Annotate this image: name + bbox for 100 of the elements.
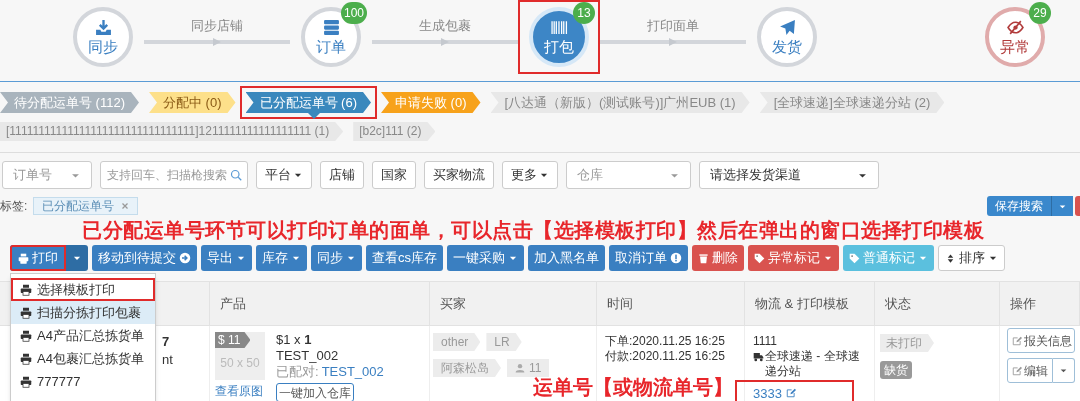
toolbar-button[interactable]: 查看cs库存: [366, 245, 443, 271]
view-image-link[interactable]: 查看原图: [215, 382, 267, 400]
toolbar-button[interactable]: 同步: [311, 245, 362, 271]
sort-icon: [945, 252, 956, 264]
printer-icon: [20, 352, 32, 365]
carrier-text: 全球速递 - 全球速递分站: [765, 349, 861, 379]
action-menu-button[interactable]: [1053, 358, 1075, 383]
step-label: 打包: [544, 38, 574, 55]
search-icon: [230, 169, 242, 181]
menu-item[interactable]: 扫描分拣打印包裹: [11, 301, 155, 324]
eye-slash-icon: [1006, 19, 1024, 36]
price-quantity: $1 x 1: [276, 332, 313, 348]
trash-icon: [698, 252, 709, 264]
time-text: 下单:2020.11.25 16:25: [605, 334, 726, 349]
action-button[interactable]: 报关信息: [1007, 328, 1075, 353]
time-text: 付款:2020.11.25 16:25: [605, 349, 726, 364]
count-badge: 13: [573, 2, 595, 24]
connector-label: 同步店铺: [191, 17, 243, 35]
connector-label: 打印面单: [647, 17, 699, 35]
step-label: 订单: [316, 38, 346, 55]
connector-label: 生成包裹: [419, 17, 471, 35]
close-icon: [121, 202, 129, 210]
edit-icon: [1012, 335, 1022, 346]
step-label: 同步: [88, 38, 118, 55]
column-header: 时间: [607, 294, 633, 313]
count-badge: 100: [340, 2, 367, 24]
buyer-tag: other: [433, 333, 481, 351]
filter-tag: 已分配运单号: [33, 197, 138, 215]
column-header: 产品: [220, 294, 246, 313]
column-header: 物流 & 打印模板: [755, 294, 849, 313]
toolbar-button[interactable]: 删除: [692, 245, 744, 271]
barcode-icon: [550, 19, 568, 36]
filter-button[interactable]: 店铺: [320, 161, 364, 189]
user-count-tag: 11: [507, 359, 550, 377]
paired-sku-link[interactable]: TEST_002: [321, 364, 384, 380]
paired-label: 已配对:: [276, 364, 319, 380]
table-cell-text: 7: [162, 334, 171, 350]
stock-status-badge: 缺货: [880, 361, 912, 379]
channel-select[interactable]: 请选择发货渠道: [699, 161, 879, 189]
toolbar-button[interactable]: 加入黑名单: [528, 245, 605, 271]
arrow-circle-icon: [179, 252, 191, 264]
search-field[interactable]: 支持回车、扫描枪搜索: [100, 161, 248, 189]
exclamation-icon: [670, 252, 682, 264]
step-label: 发货: [772, 38, 802, 55]
logistics-code: 1111: [753, 334, 779, 349]
truck-icon: [753, 351, 764, 362]
menu-item[interactable]: 777777: [11, 370, 155, 393]
toolbar-button[interactable]: 移动到待提交: [92, 245, 197, 271]
annotation-text: 已分配运单号环节可以打印订单的面单，可以点击【选择模板打印】然后在弹出的窗口选择打印模板: [81, 218, 985, 242]
workflow-step[interactable]: 打包 13: [518, 0, 600, 74]
product-sku: TEST_002: [276, 348, 340, 364]
edit-icon: [785, 388, 796, 398]
toolbar-button[interactable]: 排序: [938, 245, 1005, 271]
warehouse-select[interactable]: 仓库: [566, 161, 691, 189]
user-icon: [515, 363, 525, 373]
save-search-button[interactable]: 保存搜索: [987, 196, 1051, 216]
toolbar-button[interactable]: 库存: [256, 245, 307, 271]
buyer-tag: LR: [486, 333, 522, 351]
menu-item[interactable]: 选择模板打印: [11, 278, 155, 301]
toolbar-button[interactable]: 一键采购: [447, 245, 524, 271]
action-button[interactable]: 编辑: [1007, 358, 1053, 383]
filter-button[interactable]: 国家: [372, 161, 416, 189]
download-icon: [94, 19, 112, 36]
server-icon: [322, 19, 340, 36]
count-badge: 29: [1029, 2, 1051, 24]
annotation-text: 运单号【或物流单号】: [533, 375, 733, 399]
caret-icon: [1059, 366, 1068, 375]
column-header: 状态: [885, 294, 911, 313]
edit-icon: [1012, 365, 1022, 376]
table-cell-text: nt: [162, 352, 174, 368]
filter-button[interactable]: 买家物流: [424, 161, 494, 189]
toolbar-button[interactable]: 取消订单: [609, 245, 688, 271]
column-header: 操作: [1010, 294, 1036, 313]
filter-button[interactable]: 平台: [256, 161, 312, 189]
printer-icon: [20, 283, 32, 296]
tags-label: 标签:: [0, 198, 29, 215]
tag-icon: [754, 252, 765, 264]
toolbar-button[interactable]: 导出: [201, 245, 252, 271]
toolbar-button[interactable]: 异常标记: [748, 245, 839, 271]
save-search-menu-button[interactable]: [1051, 196, 1073, 216]
menu-item[interactable]: A4产品汇总拣货单: [11, 324, 155, 347]
toolbar-button[interactable]: 打印: [10, 245, 66, 271]
column-header: 买家: [440, 294, 466, 313]
printer-icon: [20, 375, 32, 388]
partial-button[interactable]: [1075, 196, 1080, 216]
menu-item[interactable]: A4包裹汇总拣货单: [11, 347, 155, 370]
add-to-warehouse-button[interactable]: 一键加入仓库: [276, 383, 354, 401]
status-tab[interactable]: 已分配运单号 (6): [239, 86, 377, 119]
tracking-number-link[interactable]: 3333: [735, 380, 854, 401]
order-field-select[interactable]: 订单号: [2, 161, 92, 189]
price-tag: $ 11: [215, 332, 251, 348]
print-status-tag: 未打印: [880, 334, 934, 352]
printer-icon: [20, 306, 32, 319]
country-tag: 阿森松岛: [433, 359, 501, 377]
printer-icon: [20, 329, 32, 342]
tag-icon: [849, 252, 860, 264]
channel-tab[interactable]: [b2c]111 (2): [353, 122, 436, 141]
filter-button[interactable]: 更多: [502, 161, 558, 189]
channel-tab[interactable]: [11111111111111111111111111111111]1211111111111111111 (1): [0, 122, 344, 141]
print-menu-button[interactable]: [66, 245, 88, 271]
